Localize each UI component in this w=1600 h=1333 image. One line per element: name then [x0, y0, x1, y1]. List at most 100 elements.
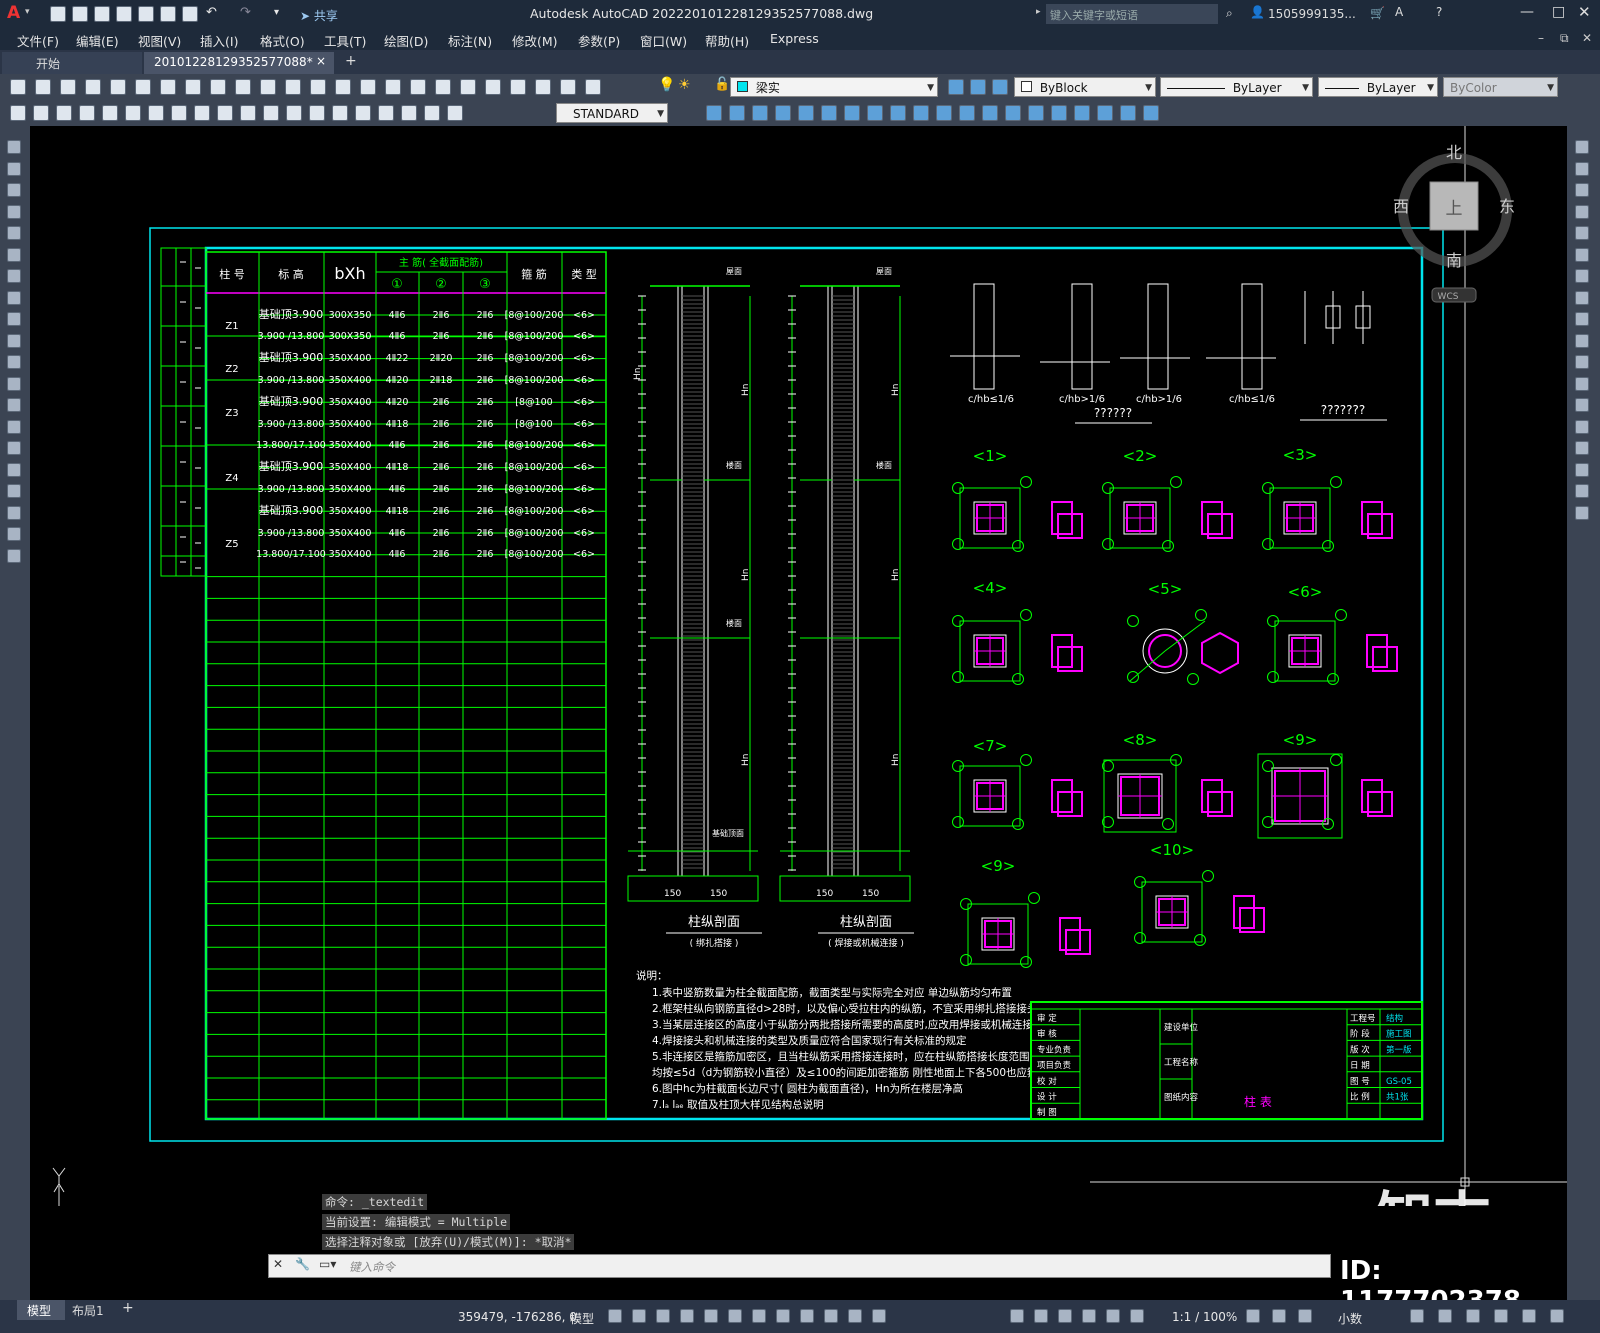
toolpalettes-icon[interactable]	[460, 79, 476, 95]
view-tool-19-icon[interactable]	[1120, 105, 1136, 121]
ortho-toggle-icon[interactable]	[704, 1309, 718, 1323]
dim-space-icon[interactable]	[263, 105, 279, 121]
annotation-monitor-icon[interactable]	[1272, 1309, 1286, 1323]
layer-previous-icon[interactable]	[970, 79, 986, 95]
annotation-scale[interactable]: 1:1 / 100%	[1172, 1310, 1237, 1324]
dim-text-edit-icon[interactable]	[424, 105, 440, 121]
menu-format[interactable]: 格式(O)	[260, 31, 305, 50]
view-tool-1-icon[interactable]	[706, 105, 722, 121]
selection-cycling-toggle-icon[interactable]	[872, 1309, 886, 1323]
color-dropdown[interactable]: ByBlock ▼	[1014, 77, 1156, 97]
view-tool-5-icon[interactable]	[798, 105, 814, 121]
circle-icon[interactable]	[7, 269, 21, 283]
maximize-button[interactable]: □	[1552, 4, 1565, 20]
customize-command-icon[interactable]: 🔧	[295, 1257, 310, 1271]
osnap-tracking-toggle-icon[interactable]	[776, 1309, 790, 1323]
polyline-icon[interactable]	[7, 183, 21, 197]
cart-icon[interactable]: 🛒	[1370, 6, 1385, 20]
menu-help[interactable]: 帮助(H)	[705, 31, 749, 50]
transparency-toggle-icon[interactable]	[848, 1309, 862, 1323]
selection-filter-toggle-icon[interactable]	[1058, 1309, 1072, 1323]
minimize-button[interactable]: —	[1520, 4, 1534, 20]
doc-minimize-button[interactable]: –	[1538, 31, 1544, 45]
units-icon[interactable]	[1298, 1309, 1312, 1323]
view-tool-6-icon[interactable]	[821, 105, 837, 121]
inspect-icon[interactable]	[355, 105, 371, 121]
isolate-icon[interactable]	[1466, 1309, 1480, 1323]
offset-icon[interactable]	[1575, 204, 1589, 219]
saveas-icon[interactable]	[116, 6, 132, 22]
customization-icon[interactable]	[1550, 1309, 1564, 1323]
auto-scale-toggle-icon[interactable]	[1130, 1309, 1144, 1323]
ellipse-arc-icon[interactable]	[7, 355, 21, 369]
linetype-dropdown[interactable]: ByLayer ▼	[1160, 77, 1313, 97]
table-icon[interactable]	[7, 505, 21, 520]
command-input[interactable]: 键入命令	[349, 1259, 395, 1275]
dynamic-ucs-toggle-icon[interactable]	[1034, 1309, 1048, 1323]
insert-block-icon[interactable]	[7, 376, 21, 391]
compass-east[interactable]: 东	[1499, 197, 1515, 216]
compass-south[interactable]: 南	[1446, 251, 1462, 270]
dim-update-icon[interactable]	[447, 105, 463, 121]
jogged-linear-icon[interactable]	[378, 105, 394, 121]
dynamic-input-toggle-icon[interactable]	[680, 1309, 694, 1323]
arc-icon[interactable]	[7, 247, 21, 262]
view-tool-2-icon[interactable]	[729, 105, 745, 121]
explode-icon[interactable]	[1575, 505, 1589, 520]
view-tool-10-icon[interactable]	[913, 105, 929, 121]
designcenter-icon[interactable]	[435, 79, 451, 95]
search-icon[interactable]: ⌕	[1226, 6, 1233, 21]
close-button[interactable]: ✕	[1578, 3, 1591, 21]
menu-dimension[interactable]: 标注(N)	[448, 31, 492, 50]
3d-osnap-toggle-icon[interactable]	[1010, 1309, 1024, 1323]
compass-west[interactable]: 西	[1393, 197, 1409, 216]
plotstyle-dropdown[interactable]: ByColor ▼	[1443, 77, 1558, 97]
tolerance-icon[interactable]	[309, 105, 325, 121]
tab-document[interactable]: 20101228129352577088* ×	[144, 52, 334, 74]
view-tool-20-icon[interactable]	[1143, 105, 1159, 121]
dim-angular-icon[interactable]	[171, 105, 187, 121]
gradient-icon[interactable]	[7, 462, 21, 477]
menu-file[interactable]: 文件(F)	[17, 31, 59, 50]
search-expand-icon[interactable]: ▸	[1036, 7, 1041, 17]
layer-dropdown[interactable]: 梁实 ▼	[730, 77, 938, 97]
dim-continue-icon[interactable]	[240, 105, 256, 121]
spline-icon[interactable]	[7, 312, 21, 326]
workspace-icon[interactable]	[1246, 1309, 1260, 1323]
add-selected-icon[interactable]	[7, 548, 21, 563]
trim-icon[interactable]	[1575, 333, 1589, 348]
command-prompt-icon[interactable]: ▭▾	[319, 1257, 336, 1271]
revcloud-icon[interactable]	[7, 290, 21, 305]
annotation-visibility-toggle-icon[interactable]	[1106, 1309, 1120, 1323]
redo-icon[interactable]	[285, 79, 301, 95]
view-tool-18-icon[interactable]	[1097, 105, 1113, 121]
save-icon[interactable]	[94, 6, 110, 22]
match-icon[interactable]	[235, 79, 251, 95]
dim-quick-icon[interactable]	[194, 105, 210, 121]
redo-icon[interactable]: ↷	[240, 4, 251, 22]
layer-match-icon[interactable]	[992, 79, 1008, 95]
properties-icon[interactable]	[410, 79, 426, 95]
copy-icon[interactable]	[185, 79, 201, 95]
blend-icon[interactable]	[1575, 484, 1589, 498]
add-layout-button[interactable]: +	[122, 1300, 134, 1316]
dim-linear-icon[interactable]	[10, 105, 26, 121]
view-tool-13-icon[interactable]	[982, 105, 998, 121]
open-icon[interactable]	[72, 6, 88, 22]
paste-icon[interactable]	[210, 79, 226, 95]
lineweight-toggle-icon[interactable]	[824, 1309, 838, 1323]
hardware-accel-icon[interactable]	[1494, 1309, 1508, 1323]
model-space-toggle[interactable]: 模型	[570, 1310, 594, 1327]
doc-restore-button[interactable]: ⧉	[1560, 31, 1569, 46]
grid-toggle-icon[interactable]	[608, 1309, 622, 1323]
polar-toggle-icon[interactable]	[728, 1309, 742, 1323]
osnap-toggle-icon[interactable]	[800, 1309, 814, 1323]
units-readout[interactable]: 小数	[1338, 1310, 1362, 1327]
tab-layout1[interactable]: 布局1	[72, 1302, 104, 1319]
multiline-text-icon[interactable]	[7, 527, 21, 541]
menu-view[interactable]: 视图(V)	[138, 31, 181, 50]
user-name[interactable]: 1505999135...	[1268, 7, 1356, 21]
break-at-point-icon[interactable]	[1575, 376, 1589, 391]
dim-baseline-icon[interactable]	[217, 105, 233, 121]
menu-modify[interactable]: 修改(M)	[512, 31, 558, 50]
